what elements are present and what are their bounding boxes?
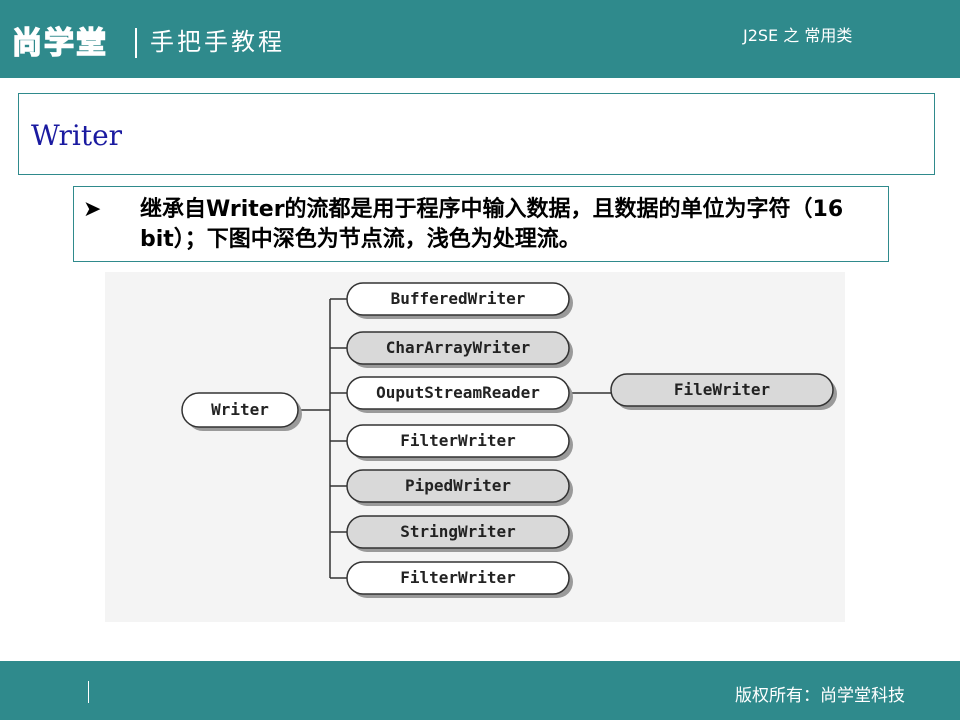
node-bufferedwriter-0-label: BufferedWriter [391,289,526,308]
node-writer-label: Writer [211,400,269,419]
node-filterwriter-6-label: FilterWriter [400,568,516,587]
arrow-bullet-icon: ➤ [83,197,102,222]
node-ouputstreamreader-2-label: OuputStreamReader [376,383,540,402]
node-pipedwriter-4-label: PipedWriter [405,476,511,495]
class-hierarchy-diagram: Writer BufferedWriter CharArrayWriter Ouput… [105,272,845,622]
header-tagline: 手把手教程 [150,28,285,56]
header-divider [135,28,137,58]
slide-title: Writer [31,119,123,152]
title-box: Writer [18,93,935,175]
node-filterwriter-3-label: FilterWriter [400,431,516,450]
copyright-text: 版权所有：尚学堂科技 [735,686,905,706]
bullet-text: 继承自Writer的流都是用于程序中输入数据，且数据的单位为字符（16 bit）… [140,197,844,252]
logo: 尚学堂 [11,25,108,62]
node-chararraywriter-1-label: CharArrayWriter [386,338,531,357]
node-stringwriter-5-label: StringWriter [400,522,516,541]
bullet-box: ➤ 继承自Writer的流都是用于程序中输入数据，且数据的单位为字符（16 bi… [73,186,889,262]
node-filewriter-label: FileWriter [674,380,770,399]
footer-divider [88,681,89,703]
diagram-canvas: Writer BufferedWriter CharArrayWriter Ouput… [181,282,837,598]
course-title: J2SE 之 常用类 [743,26,853,45]
footer-bar: 版权所有：尚学堂科技 [0,661,960,720]
header-bar: 尚学堂 手把手教程 J2SE 之 常用类 [0,0,960,78]
